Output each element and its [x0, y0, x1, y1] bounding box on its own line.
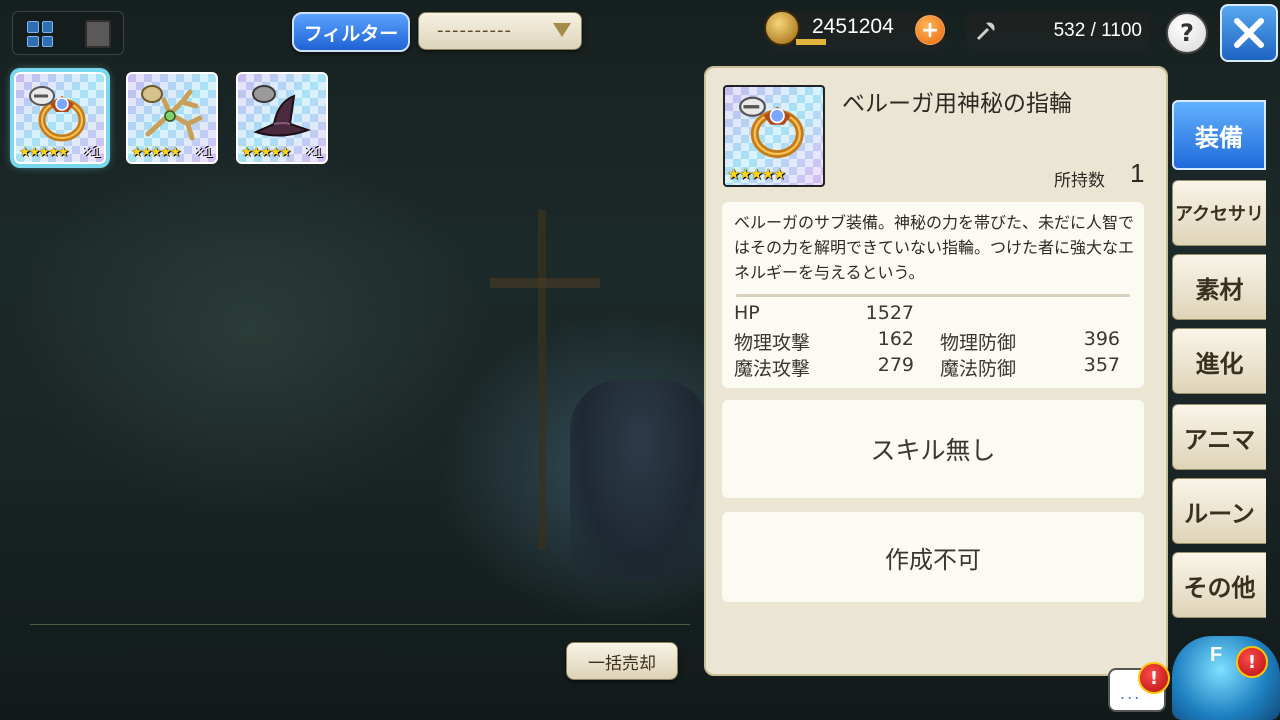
chat-alert-badge: ! — [1138, 662, 1170, 694]
hat-icon — [252, 85, 312, 137]
filter-dropdown-value: ---------- — [437, 20, 512, 41]
capacity-value: 532 / 1100 — [1053, 20, 1142, 41]
stat-mdef-label: 魔法防御 — [940, 358, 1017, 380]
owned-label: 所持数 — [1054, 171, 1105, 191]
skill-box: スキル無し — [722, 400, 1144, 498]
inventory-item[interactable]: ★★★★★ ×1 — [126, 72, 218, 164]
single-view-icon[interactable] — [85, 20, 111, 48]
background-crossbar — [490, 278, 600, 288]
ring-icon — [739, 96, 804, 158]
coin-icon — [764, 10, 800, 46]
gold-counter: 2451204 + — [764, 10, 945, 50]
stat-pdef-label: 物理防御 — [940, 332, 1017, 354]
stat-matk-value: 279 — [877, 354, 914, 376]
help-button[interactable]: ? — [1166, 12, 1208, 54]
close-button[interactable] — [1220, 4, 1278, 62]
mascot-label: F — [1210, 644, 1223, 666]
gold-bar — [796, 39, 826, 45]
bulk-sell-button[interactable]: 一括売却 — [566, 642, 678, 680]
owned-value: 1 — [1130, 158, 1145, 188]
item-description: ベルーガのサブ装備。神秘の力を帯びた、未だに人智ではその力を解明できていない指輪… — [734, 213, 1135, 282]
item-quantity: ×1 — [195, 144, 213, 161]
tab-accessory[interactable]: アクセサリ — [1172, 180, 1266, 246]
item-thumbnail: ★★★★★ — [723, 85, 825, 187]
filter-dropdown[interactable]: ---------- — [418, 12, 582, 50]
item-stars: ★★★★★ — [727, 165, 786, 183]
craft-button[interactable]: 作成不可 — [722, 512, 1144, 602]
inventory-capacity: 532 / 1100 — [966, 12, 1150, 50]
tab-equipment[interactable]: 装備 — [1172, 100, 1266, 170]
mascot-alert-badge: ! — [1236, 646, 1268, 678]
item-quantity: ×1 — [305, 144, 323, 161]
chevron-down-icon — [553, 23, 571, 37]
gold-value: 2451204 — [812, 15, 894, 38]
ring-icon — [29, 86, 86, 142]
stat-mdef-value: 357 — [1083, 354, 1120, 376]
divider — [736, 294, 1130, 297]
inventory-item[interactable]: ★★★★★ ×1 — [14, 72, 106, 164]
stat-pdef-value: 396 — [1083, 328, 1120, 350]
tab-rune[interactable]: ルーン — [1172, 478, 1266, 544]
item-quantity: ×1 — [83, 144, 101, 161]
stat-hp-value: 1527 — [865, 302, 914, 324]
chat-dots: ... — [1120, 684, 1142, 703]
stat-hp-label: HP — [734, 302, 760, 324]
tab-materials[interactable]: 素材 — [1172, 254, 1266, 320]
background-character — [570, 380, 710, 580]
close-icon — [1234, 18, 1264, 48]
mascot-button[interactable] — [1172, 636, 1280, 720]
stat-matk-label: 魔法攻撃 — [734, 358, 811, 380]
background-pole — [538, 210, 546, 550]
axe-icon — [976, 22, 995, 41]
item-stars: ★★★★★ — [19, 145, 69, 160]
item-stars: ★★★★★ — [131, 145, 181, 160]
tab-anima[interactable]: アニマ — [1172, 404, 1266, 470]
item-stars: ★★★★★ — [241, 145, 291, 160]
item-name: ベルーガ用神秘の指輪 — [842, 91, 1072, 117]
background-ground-line — [30, 624, 690, 625]
stat-patk-label: 物理攻撃 — [734, 332, 811, 354]
inventory-item[interactable]: ★★★★★ ×1 — [236, 72, 328, 164]
item-detail-panel: ★★★★★ ベルーガ用神秘の指輪 所持数 1 ベルーガのサブ装備。神秘の力を帯び… — [704, 66, 1168, 676]
stat-patk-value: 162 — [877, 328, 914, 350]
filter-button[interactable]: フィルター — [292, 12, 410, 52]
grid-view-icon[interactable] — [27, 21, 53, 47]
add-gold-button[interactable]: + — [915, 15, 945, 45]
description-box: ベルーガのサブ装備。神秘の力を帯びた、未だに人智ではその力を解明できていない指輪… — [722, 202, 1144, 388]
tab-evolution[interactable]: 進化 — [1172, 328, 1266, 394]
view-mode-toggle — [12, 11, 124, 55]
tab-other[interactable]: その他 — [1172, 552, 1266, 618]
antler-icon — [141, 85, 203, 141]
